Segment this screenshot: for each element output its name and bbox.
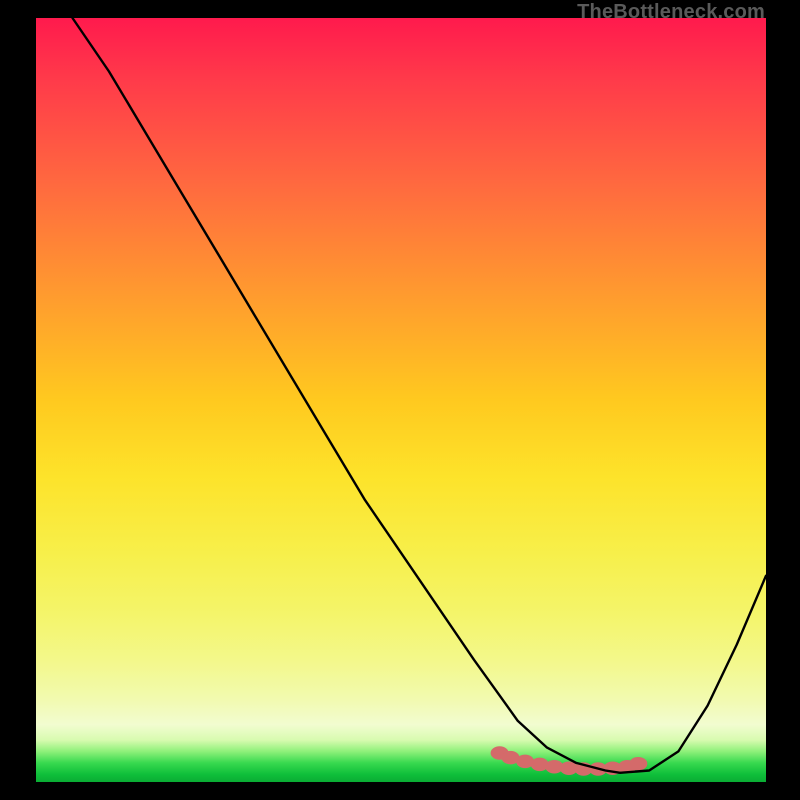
- highlight-dot: [629, 757, 647, 771]
- plot-area: [36, 18, 766, 782]
- bottleneck-curve: [73, 18, 767, 773]
- curve-layer: [36, 18, 766, 782]
- chart-frame: TheBottleneck.com: [0, 0, 800, 800]
